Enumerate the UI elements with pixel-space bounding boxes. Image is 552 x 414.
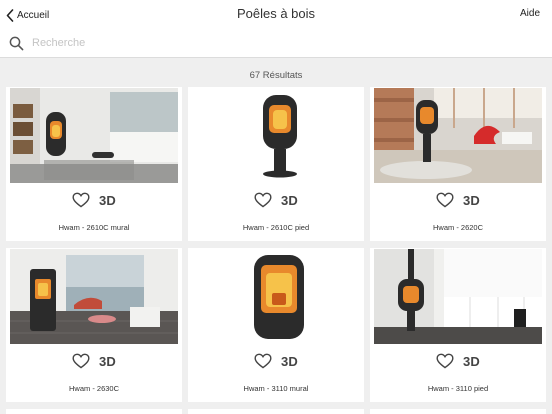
search-bar[interactable]: Recherche: [0, 30, 552, 58]
product-card[interactable]: 3D Hwam - 2610C pied: [188, 87, 364, 241]
heart-icon[interactable]: [72, 353, 90, 369]
view-3d-button[interactable]: 3D: [281, 193, 298, 208]
view-3d-button[interactable]: 3D: [281, 354, 298, 369]
heart-icon[interactable]: [254, 353, 272, 369]
view-3d-button[interactable]: 3D: [463, 193, 480, 208]
search-input[interactable]: Recherche: [32, 37, 85, 49]
product-card[interactable]: 3D Hwam - 2610C mural: [6, 87, 182, 241]
product-name: Hwam - 2620C: [432, 223, 484, 232]
product-card[interactable]: 3D Hwam - 2620C: [370, 87, 546, 241]
product-image[interactable]: [374, 249, 542, 344]
navigation-bar: Accueil Poêles à bois Aide: [0, 0, 552, 30]
view-3d-button[interactable]: 3D: [99, 193, 116, 208]
card-actions: 3D: [370, 351, 546, 371]
heart-icon[interactable]: [436, 192, 454, 208]
product-image[interactable]: [10, 409, 178, 414]
product-card-partial[interactable]: [6, 409, 182, 414]
product-name: Hwam - 2630C: [68, 384, 120, 393]
card-actions: 3D: [188, 351, 364, 371]
product-card[interactable]: 3D Hwam - 2630C: [6, 248, 182, 402]
product-image[interactable]: [10, 88, 178, 183]
product-name: Hwam - 2610C pied: [242, 223, 310, 232]
product-name: Hwam - 3110 mural: [243, 384, 309, 393]
product-card[interactable]: 3D Hwam - 3110 pied: [370, 248, 546, 402]
product-card-partial[interactable]: [188, 409, 364, 414]
card-actions: 3D: [6, 351, 182, 371]
search-icon: [9, 36, 24, 56]
card-actions: 3D: [6, 190, 182, 210]
card-actions: 3D: [188, 190, 364, 210]
heart-icon[interactable]: [436, 353, 454, 369]
heart-icon[interactable]: [254, 192, 272, 208]
product-image[interactable]: [374, 409, 542, 414]
help-button[interactable]: Aide: [520, 8, 540, 19]
view-3d-button[interactable]: 3D: [463, 354, 480, 369]
product-name: Hwam - 2610C mural: [58, 223, 130, 232]
product-card-partial[interactable]: [370, 409, 546, 414]
page-title: Poêles à bois: [236, 6, 316, 21]
product-image[interactable]: [374, 88, 542, 183]
product-name: Hwam - 3110 pied: [427, 384, 489, 393]
product-grid: 3D Hwam - 2610C mural 3D Hwam - 2610C pi…: [0, 87, 552, 414]
product-image[interactable]: [192, 249, 360, 344]
card-actions: 3D: [370, 190, 546, 210]
results-count: 67 Résultats: [249, 70, 303, 81]
product-image[interactable]: [192, 409, 360, 414]
view-3d-button[interactable]: 3D: [99, 354, 116, 369]
product-card[interactable]: 3D Hwam - 3110 mural: [188, 248, 364, 402]
heart-icon[interactable]: [72, 192, 90, 208]
product-image[interactable]: [192, 88, 360, 183]
product-image[interactable]: [10, 249, 178, 344]
